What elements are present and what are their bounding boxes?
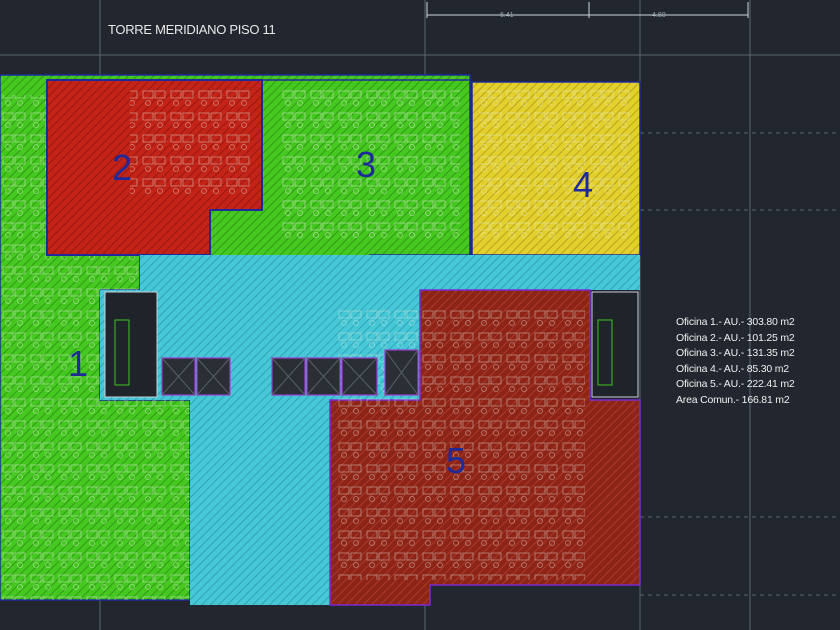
area-legend: Oficina 1.- AU.- 303.80 m2 Oficina 2.- A… [676, 315, 795, 408]
area-office-3: Oficina 3.- AU.- 131.35 m2 [676, 347, 795, 359]
office-4-number: 4 [573, 164, 593, 205]
office-1-number: 1 [68, 343, 88, 384]
area-office-5: Oficina 5.- AU.- 222.41 m2 [676, 378, 795, 390]
area-office-1: Oficina 1.- AU.- 303.80 m2 [676, 316, 795, 328]
stair-right [591, 291, 639, 398]
drawing-title: TORRE MERIDIANO PISO 11 [108, 22, 276, 37]
dimension-label-2: 4.80 [652, 12, 666, 19]
office-2-number: 2 [112, 147, 132, 188]
office-3-number: 3 [356, 144, 376, 185]
area-common: Area Comun.- 166.81 m2 [676, 393, 790, 406]
area-office-4: Oficina 4.- AU.- 85.30 m2 [676, 362, 789, 375]
dimension-label-1: 6.41 [500, 12, 514, 19]
area-office-2: Oficina 2.- AU.- 101.25 m2 [676, 331, 795, 344]
stair-left [104, 291, 158, 398]
dimension-line [426, 2, 749, 18]
office-5-number: 5 [446, 440, 466, 481]
